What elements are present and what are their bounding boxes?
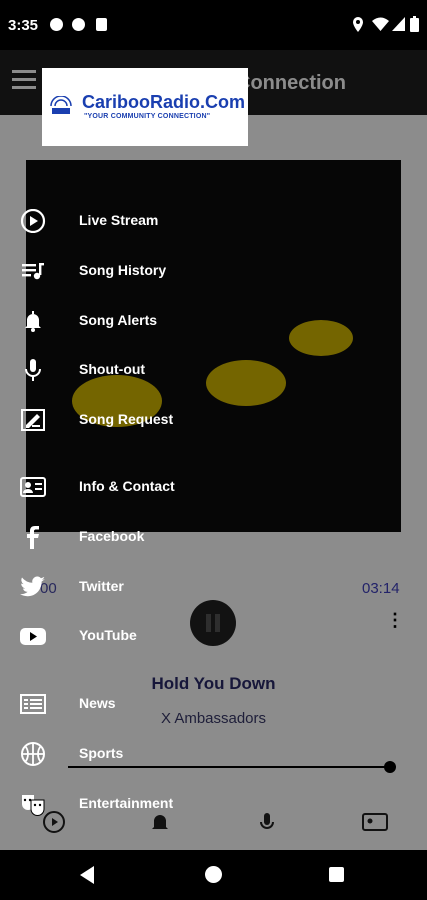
cariboo-radio-logo: CaribooRadio.Com "YOUR COMMUNITY CONNECT… bbox=[42, 68, 248, 146]
navigation-drawer: CaribooRadio.Com "YOUR COMMUNITY CONNECT… bbox=[0, 50, 290, 850]
drawer-item-live-stream[interactable]: Live Stream bbox=[0, 199, 290, 243]
battery-icon bbox=[410, 16, 419, 32]
app-notification-icon bbox=[72, 18, 85, 31]
drawer-item-label: Song Request bbox=[79, 411, 174, 427]
location-icon bbox=[353, 17, 363, 32]
facebook-icon bbox=[27, 526, 39, 549]
drawer-item-song-alerts[interactable]: Song Alerts bbox=[0, 299, 290, 343]
radio-waves-logo-icon bbox=[50, 96, 72, 114]
media-notification-icon bbox=[50, 18, 63, 31]
drawer-item-info-contact[interactable]: Info & Contact bbox=[0, 465, 290, 509]
wifi-icon bbox=[372, 17, 389, 31]
status-bar: 3:35 bbox=[0, 0, 427, 50]
playlist-icon bbox=[22, 263, 44, 280]
twitter-icon bbox=[20, 576, 45, 597]
edit-card-icon bbox=[21, 409, 45, 431]
contact-card-icon bbox=[20, 477, 46, 497]
drawer-item-label: Twitter bbox=[79, 578, 124, 594]
drawer-item-sports[interactable]: Sports bbox=[0, 732, 290, 776]
home-icon[interactable] bbox=[205, 866, 222, 883]
theater-masks-icon bbox=[22, 795, 45, 816]
drawer-item-news[interactable]: News bbox=[0, 682, 290, 726]
news-icon bbox=[20, 694, 46, 714]
drawer-item-label: Shout-out bbox=[79, 361, 146, 377]
drawer-item-label: YouTube bbox=[79, 627, 137, 643]
youtube-icon bbox=[20, 628, 46, 645]
drawer-item-label: Entertainment bbox=[79, 795, 174, 811]
back-icon[interactable] bbox=[80, 866, 94, 884]
sd-card-icon bbox=[96, 18, 107, 31]
play-circle-icon bbox=[20, 209, 46, 233]
drawer-item-label: Sports bbox=[79, 745, 124, 761]
status-time: 3:35 bbox=[8, 17, 39, 34]
recent-apps-icon[interactable] bbox=[329, 867, 344, 882]
logo-name: CaribooRadio.Com bbox=[82, 92, 246, 112]
drawer-item-youtube[interactable]: YouTube bbox=[0, 614, 290, 658]
drawer-item-label: Song Alerts bbox=[79, 312, 158, 328]
logo-tagline: "YOUR COMMUNITY CONNECTION" bbox=[84, 113, 211, 120]
drawer-item-shout-out[interactable]: Shout-out bbox=[0, 348, 290, 392]
drawer-item-facebook[interactable]: Facebook bbox=[0, 515, 290, 559]
drawer-item-label: Info & Contact bbox=[79, 478, 175, 494]
drawer-item-label: Facebook bbox=[79, 528, 145, 544]
drawer-item-label: News bbox=[79, 695, 116, 711]
drawer-item-song-history[interactable]: Song History bbox=[0, 249, 290, 293]
system-navigation-bar bbox=[0, 850, 427, 900]
drawer-item-song-request[interactable]: Song Request bbox=[0, 398, 290, 442]
signal-icon bbox=[392, 17, 405, 31]
microphone-icon bbox=[25, 359, 41, 381]
drawer-item-twitter[interactable]: Twitter bbox=[0, 565, 290, 609]
basketball-icon bbox=[21, 742, 45, 766]
drawer-item-label: Live Stream bbox=[79, 212, 159, 228]
drawer-item-label: Song History bbox=[79, 262, 167, 278]
bell-icon bbox=[25, 311, 41, 332]
drawer-item-entertainment[interactable]: Entertainment bbox=[0, 782, 290, 826]
